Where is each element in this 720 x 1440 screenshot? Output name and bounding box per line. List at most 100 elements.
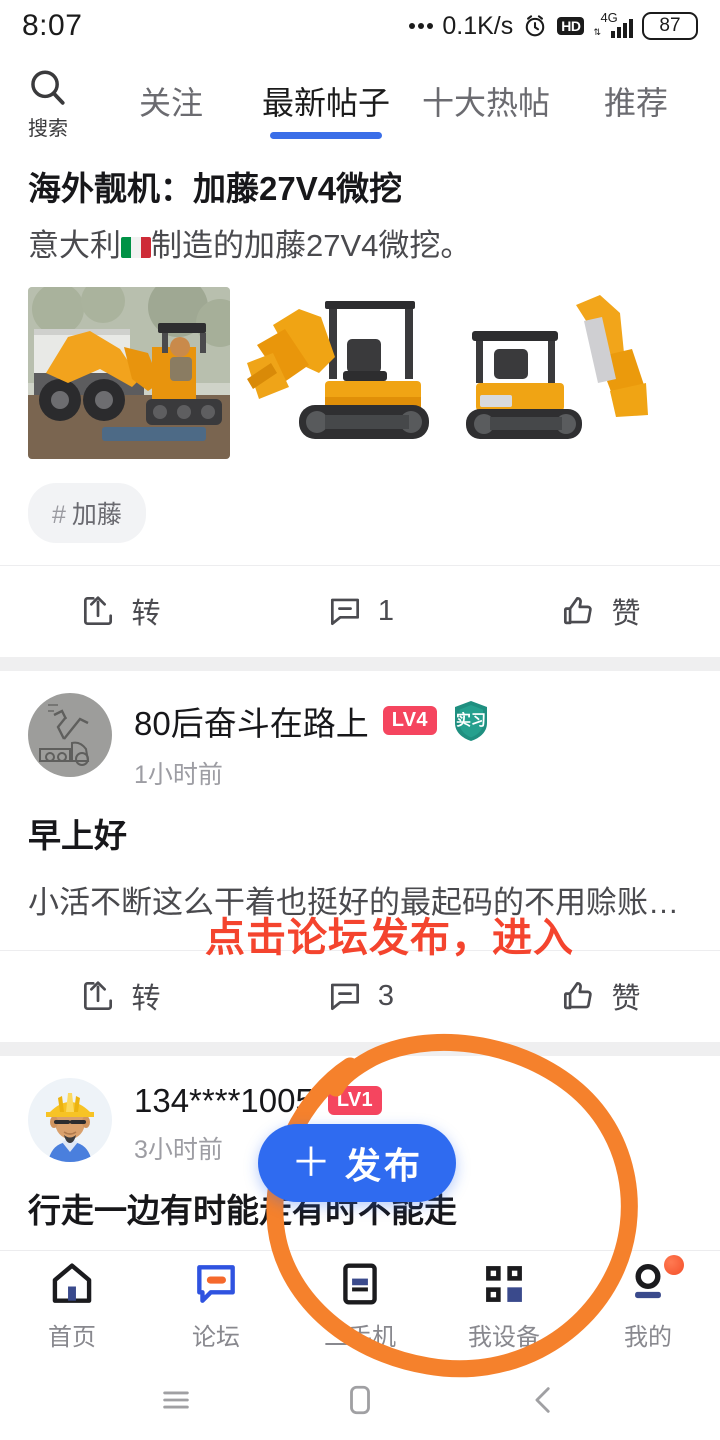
post-image-mini-excavator-side[interactable] — [239, 286, 441, 459]
post-feed[interactable]: 海外靓机：加藤27V4微挖 意大利 制造的加藤27V4微挖。 # 加藤 转 1 … — [0, 150, 720, 1250]
post-action-bar: 转 3 赞 — [0, 949, 720, 1042]
like-button[interactable]: 赞 — [480, 590, 720, 632]
tag-chip[interactable]: # 加藤 — [28, 482, 146, 543]
share-label: 转 — [131, 598, 161, 631]
battery-indicator: 87 — [642, 11, 698, 41]
shield-icon: 实习 — [454, 700, 487, 741]
search-icon — [31, 69, 65, 105]
level-badge: LV4 — [382, 706, 437, 736]
nav-item-forum[interactable]: 论坛 — [144, 1259, 288, 1352]
excavator-photo-3 — [450, 286, 652, 459]
signal-icon: 4G ⇅ — [593, 10, 633, 38]
status-bar: 8:07 0.1K/s HD 4G ⇅ 87 — [0, 0, 720, 52]
tab-top-hot[interactable]: 十大热帖 — [406, 52, 566, 150]
svg-text:实习: 实习 — [456, 711, 486, 729]
excavator-photo-1 — [28, 286, 230, 459]
nav-item-used-machines[interactable]: 二手机 — [288, 1259, 432, 1352]
plus-icon: ＋ — [290, 1141, 331, 1185]
tab-label: 关注 — [138, 85, 203, 121]
network-speed: 0.1K/s — [442, 11, 514, 40]
nav-item-my-equipment[interactable]: 我设备 — [432, 1259, 576, 1352]
like-label: 赞 — [611, 598, 641, 631]
app-root: 8:07 0.1K/s HD 4G ⇅ 87 搜索 关注 最新帖子 十大热帖 推… — [0, 0, 720, 1440]
excavator-photo-2 — [239, 286, 441, 459]
annotation-instruction-text: 点击论坛发布，进入 — [205, 916, 574, 960]
nav-label: 二手机 — [324, 1324, 396, 1351]
nav-label: 首页 — [48, 1324, 96, 1351]
italy-flag-icon — [121, 236, 151, 258]
author-name-line: 80后奋斗在路上 LV4 实习 — [134, 697, 491, 745]
author-name[interactable]: 134****1005 — [134, 1082, 314, 1120]
notification-badge-dot — [664, 1255, 684, 1275]
back-chevron-icon[interactable] — [527, 1383, 561, 1417]
search-label: 搜索 — [28, 117, 68, 140]
post-author-row: 80后奋斗在路上 LV4 实习 1小时前 — [28, 671, 692, 791]
post-image-grid — [28, 286, 692, 459]
post-timestamp: 1小时前 — [134, 760, 223, 789]
post-subtitle: 意大利 制造的加藤27V4微挖。 — [28, 225, 692, 267]
qr-grid-icon — [486, 1266, 522, 1302]
author-meta: 80后奋斗在路上 LV4 实习 1小时前 — [134, 693, 491, 791]
post-image-excavator-loading-truck[interactable] — [28, 286, 230, 459]
publish-label: 发布 — [344, 1145, 423, 1186]
search-button[interactable]: 搜索 — [0, 62, 96, 141]
post-card[interactable]: 80后奋斗在路上 LV4 实习 1小时前 早上好 小活不断这么干着也挺好的最起码… — [0, 670, 720, 1042]
avatar-excavator-sketch — [28, 692, 112, 777]
post-card[interactable]: 海外靓机：加藤27V4微挖 意大利 制造的加藤27V4微挖。 # 加藤 转 1 … — [0, 150, 720, 657]
comment-button[interactable]: 1 — [240, 592, 480, 630]
home-icon — [52, 1263, 92, 1303]
home-square-icon[interactable] — [343, 1380, 377, 1420]
share-button[interactable]: 转 — [0, 590, 240, 632]
used-machine-doc-icon — [343, 1263, 377, 1305]
thumbs-up-icon — [564, 982, 593, 1010]
hd-icon: HD — [557, 17, 585, 35]
post-action-bar: 转 1 赞 — [0, 564, 720, 657]
signal-generation: 4G — [600, 10, 618, 25]
top-navigation-bar: 搜索 关注 最新帖子 十大热帖 推荐 — [0, 52, 720, 150]
status-time: 8:07 — [22, 9, 83, 42]
level-badge: LV1 — [327, 1086, 382, 1116]
hash-icon: # — [52, 500, 66, 529]
nav-label: 我设备 — [468, 1324, 540, 1351]
comment-icon — [330, 598, 359, 626]
post-title: 早上好 — [28, 816, 127, 854]
author-name[interactable]: 80后奋斗在路上 — [134, 697, 369, 745]
share-label: 转 — [131, 983, 161, 1016]
nav-label: 我的 — [624, 1324, 672, 1351]
tag-label: 加藤 — [71, 500, 122, 529]
post-title: 海外靓机：加藤27V4微挖 — [28, 170, 403, 207]
share-icon — [84, 981, 113, 1011]
like-label: 赞 — [611, 983, 641, 1016]
nav-item-profile[interactable]: 我的 — [576, 1255, 720, 1352]
comment-icon — [330, 983, 359, 1011]
post-content: 海外靓机：加藤27V4微挖 意大利 制造的加藤27V4微挖。 # 加藤 — [0, 150, 720, 565]
alarm-clock-icon — [525, 15, 545, 37]
network-dots-icon — [409, 23, 434, 29]
share-button[interactable]: 转 — [0, 975, 240, 1017]
nav-label: 论坛 — [192, 1324, 240, 1351]
like-button[interactable]: 赞 — [480, 975, 720, 1017]
post-subtitle-post: 制造的加藤27V4微挖。 — [151, 227, 472, 263]
tab-follow[interactable]: 关注 — [96, 52, 246, 150]
comment-count: 1 — [377, 594, 395, 627]
author-name-line: 134****1005 LV1 — [134, 1082, 382, 1120]
nav-item-home[interactable]: 首页 — [0, 1259, 144, 1352]
post-subtitle-pre: 意大利 — [28, 227, 121, 263]
publish-fab-button[interactable]: ＋ 发布 — [258, 1124, 456, 1202]
post-tags: # 加藤 — [28, 459, 692, 565]
tab-label: 推荐 — [603, 85, 668, 121]
avatar[interactable] — [28, 692, 112, 777]
menu-lines-icon[interactable] — [159, 1383, 193, 1417]
data-arrows-icon: ⇅ — [593, 27, 601, 37]
tab-recommend[interactable]: 推荐 — [566, 52, 706, 150]
post-image-mini-excavator-white-bg[interactable] — [450, 286, 652, 459]
tab-underline — [270, 132, 382, 139]
forum-chat-icon — [197, 1265, 235, 1303]
tab-label: 十大热帖 — [421, 85, 550, 121]
avatar[interactable] — [28, 1077, 112, 1162]
verify-shield-badge: 实习 — [451, 699, 491, 743]
tab-latest-posts[interactable]: 最新帖子 — [246, 52, 406, 150]
comment-button[interactable]: 3 — [240, 977, 480, 1015]
tab-label: 最新帖子 — [261, 85, 390, 121]
status-indicators: 0.1K/s HD 4G ⇅ 87 — [409, 10, 698, 41]
